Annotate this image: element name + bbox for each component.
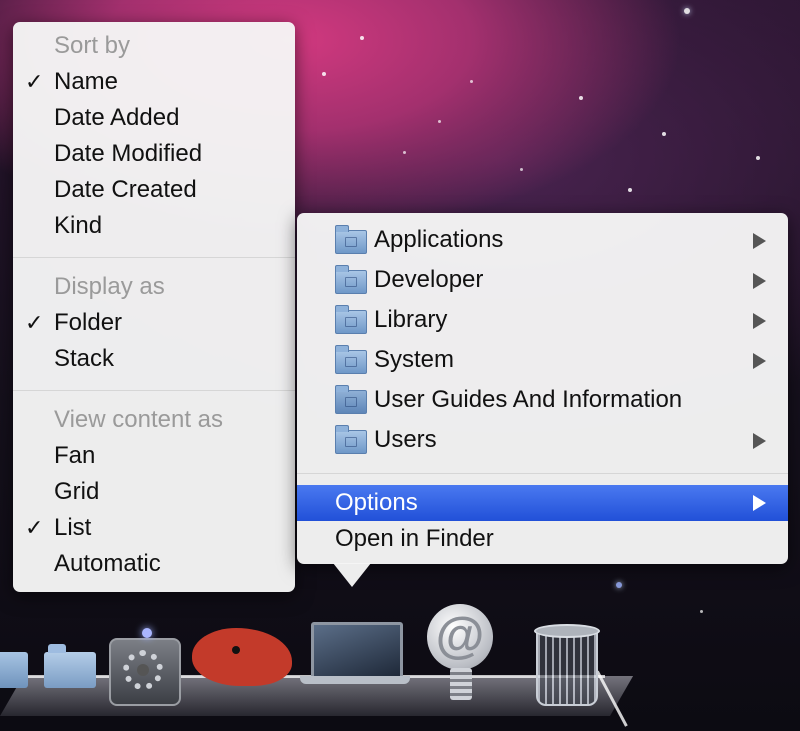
menu-item-label: Name <box>54 68 119 95</box>
sort-by-header-label: Sort by <box>54 32 131 59</box>
view-content-as-header-label: View content as <box>54 406 223 433</box>
menu-item-label: Grid <box>54 478 100 505</box>
mail-spring <box>450 668 472 700</box>
display-as-header: Display as <box>13 269 295 305</box>
star <box>438 120 441 123</box>
menu-item-label: Stack <box>54 345 115 372</box>
menu-item-display-stack[interactable]: Stack <box>13 341 295 377</box>
folder-item-users[interactable]: Users <box>297 421 788 459</box>
system-preferences-icon[interactable] <box>109 638 181 706</box>
star <box>662 132 666 136</box>
menu-item-label: List <box>54 514 92 541</box>
submenu-arrow-icon <box>753 233 766 249</box>
star <box>684 8 690 14</box>
view-content-as-header: View content as <box>13 402 295 438</box>
menu-item-sort-kind[interactable]: Kind <box>13 208 295 244</box>
star <box>322 72 326 76</box>
folder-item-applications[interactable]: Applications <box>297 221 788 259</box>
menu-item-view-list[interactable]: ✓ List <box>13 510 295 546</box>
star <box>520 168 523 171</box>
menu-item-sort-date-created[interactable]: Date Created <box>13 172 295 208</box>
folder-applications-icon <box>335 225 367 254</box>
gear-icon <box>123 650 163 690</box>
folder-system-icon <box>335 345 367 374</box>
open-in-finder-label: Open in Finder <box>335 525 494 552</box>
star <box>756 156 760 160</box>
folder-item-library[interactable]: Library <box>297 301 788 339</box>
menu-separator <box>13 257 295 258</box>
running-indicator <box>142 628 152 638</box>
star <box>700 610 703 613</box>
stack-options-menu: Sort by ✓ Name Date Added Date Modified … <box>13 22 295 592</box>
menu-separator <box>297 473 788 474</box>
sort-by-header: Sort by <box>13 28 295 64</box>
options-menu-item[interactable]: Options <box>297 485 788 521</box>
submenu-arrow-icon <box>753 495 766 511</box>
folder-item-system[interactable]: System <box>297 341 788 379</box>
menu-item-sort-name[interactable]: ✓ Name <box>13 64 295 100</box>
submenu-arrow-icon <box>753 353 766 369</box>
checkmark-icon: ✓ <box>25 69 44 94</box>
menu-item-view-automatic[interactable]: Automatic <box>13 546 295 582</box>
star <box>360 36 364 40</box>
folder-developer-icon <box>335 265 367 294</box>
menu-item-view-grid[interactable]: Grid <box>13 474 295 510</box>
menu-item-label: Kind <box>54 212 103 239</box>
submenu-arrow-icon <box>753 313 766 329</box>
folder-users-icon <box>335 425 367 454</box>
star <box>579 96 583 100</box>
options-label: Options <box>335 489 418 516</box>
trash-icon[interactable] <box>534 624 600 706</box>
star <box>616 582 622 588</box>
submenu-arrow-icon <box>753 433 766 449</box>
submenu-arrow-icon <box>753 273 766 289</box>
folder-item-label: Applications <box>374 226 504 253</box>
menu-item-label: Date Created <box>54 176 197 203</box>
folder-library-icon <box>335 305 367 334</box>
folder-item-label: User Guides And Information <box>374 386 683 413</box>
star <box>470 80 473 83</box>
menu-item-label: Fan <box>54 442 96 469</box>
menu-item-label: Date Modified <box>54 140 203 167</box>
mail-icon[interactable]: @ <box>427 604 493 670</box>
folder-item-label: Users <box>374 426 437 453</box>
display-as-header-label: Display as <box>54 273 165 300</box>
checkmark-icon: ✓ <box>25 310 44 335</box>
menu-item-label: Automatic <box>54 550 161 577</box>
menu-item-label: Date Added <box>54 104 180 131</box>
star <box>628 188 632 192</box>
folder-item-label: System <box>374 346 455 373</box>
folder-item-label: Developer <box>374 266 484 293</box>
menu-separator <box>13 390 295 391</box>
dock-folder-icon[interactable] <box>0 652 28 688</box>
open-in-finder-menu-item[interactable]: Open in Finder <box>297 521 788 557</box>
star <box>403 151 406 154</box>
menu-item-display-folder[interactable]: ✓ Folder <box>13 305 295 341</box>
laptop-base <box>300 676 410 684</box>
checkmark-icon: ✓ <box>25 515 44 540</box>
laptop-screen-icon[interactable] <box>311 622 403 680</box>
folder-item-label: Library <box>374 306 448 333</box>
dock-folder-icon[interactable] <box>44 644 96 688</box>
menu-item-sort-date-modified[interactable]: Date Modified <box>13 136 295 172</box>
red-creature-app-icon[interactable] <box>192 628 292 686</box>
menu-item-sort-date-added[interactable]: Date Added <box>13 100 295 136</box>
folder-item-user-guides[interactable]: User Guides And Information <box>297 381 788 419</box>
folder-item-developer[interactable]: Developer <box>297 261 788 299</box>
menu-item-view-fan[interactable]: Fan <box>13 438 295 474</box>
menu-item-label: Folder <box>54 309 123 336</box>
folder-stack-list-menu: Applications Developer Library System Us… <box>297 213 788 587</box>
folder-alias-icon <box>335 385 367 414</box>
app-icon-eye <box>232 646 240 654</box>
